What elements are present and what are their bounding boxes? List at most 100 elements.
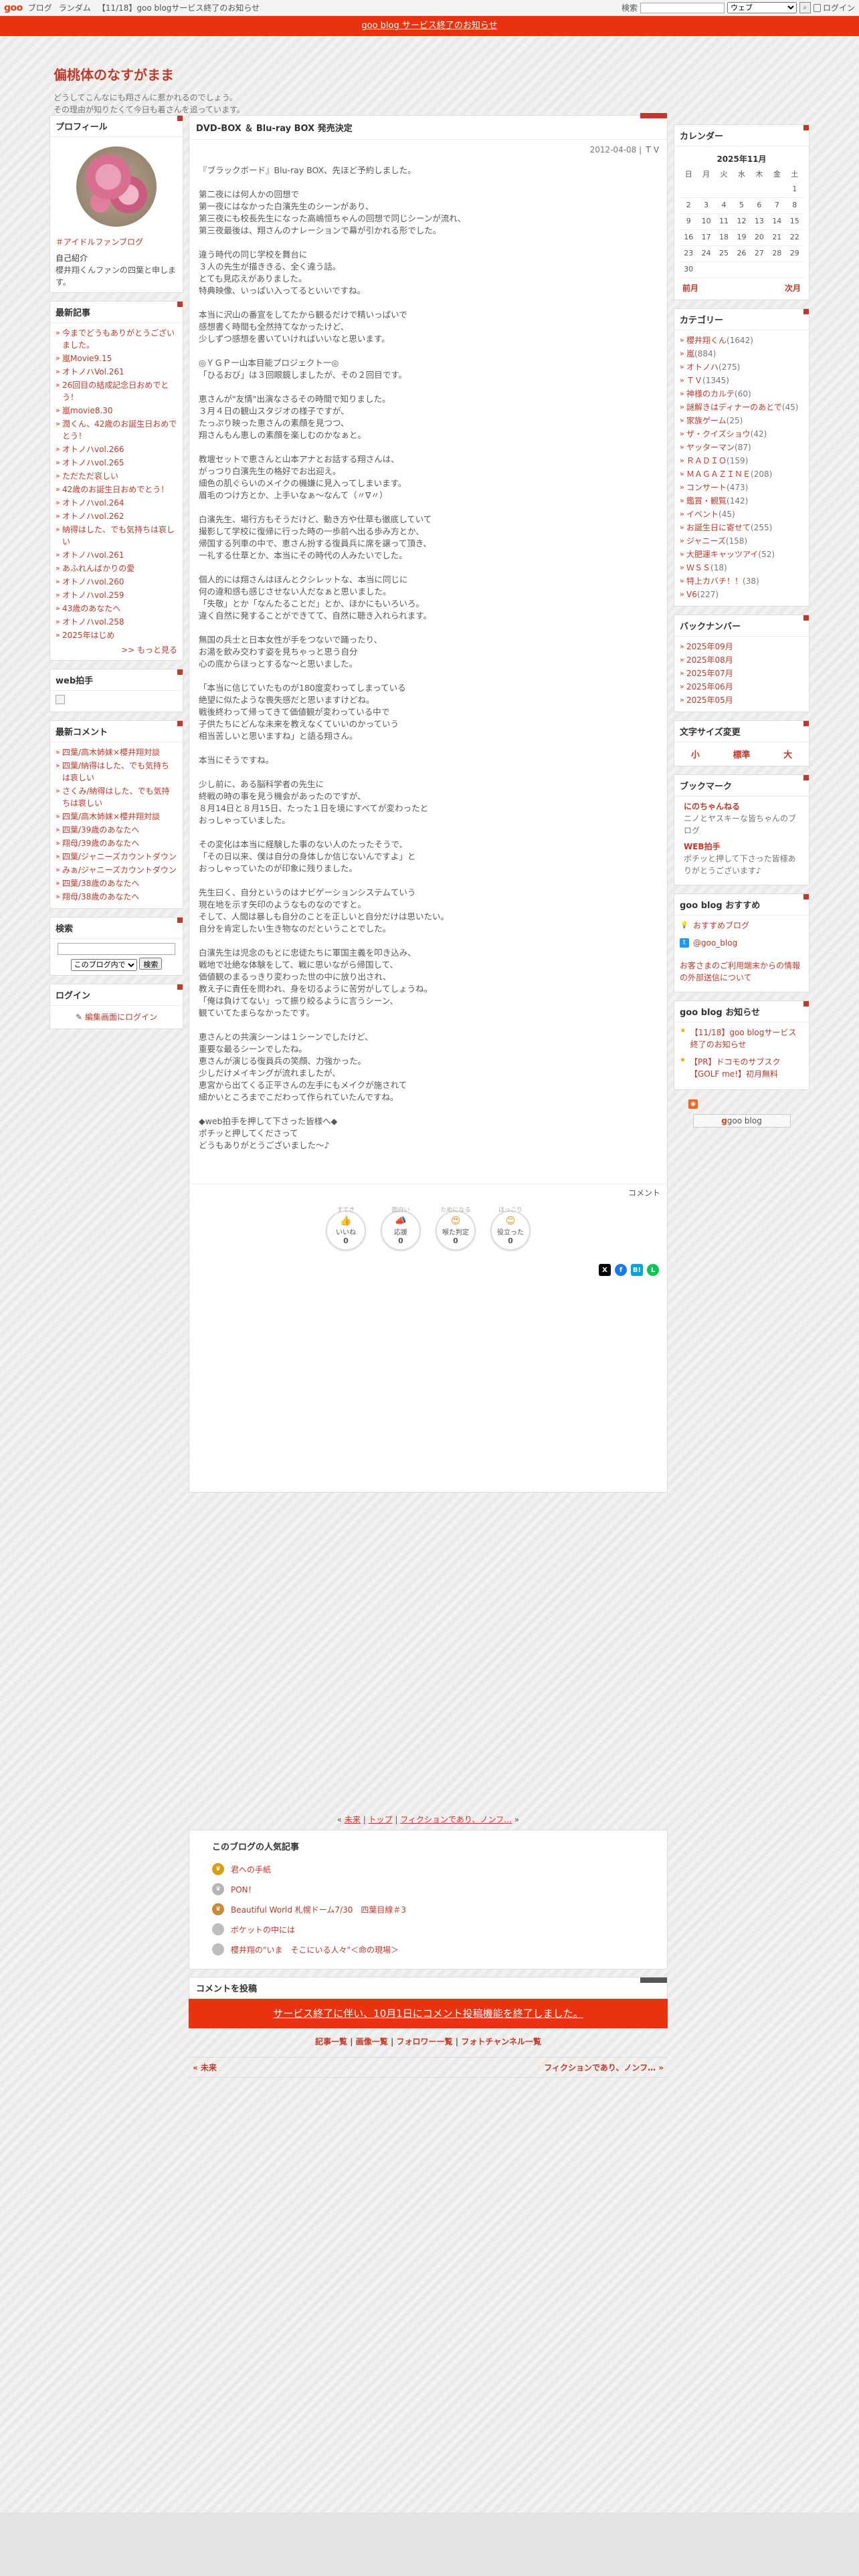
category-link[interactable]: ジャニーズ [686, 536, 726, 546]
hatena-share-icon[interactable]: B! [631, 1264, 643, 1276]
fontsize-medium[interactable]: 標準 [733, 748, 750, 760]
recent-comment-link[interactable]: さくみ/納得はした、でも気持ちは哀しい [62, 786, 170, 808]
category-item[interactable]: イベント(45) [680, 508, 803, 520]
category-item[interactable]: お誕生日に寄せて(255) [680, 522, 803, 534]
blog-search-scope[interactable]: このブログ内で [70, 959, 137, 971]
popular-item[interactable]: ♛ PON！ [212, 1879, 644, 1899]
recent-post-link[interactable]: ただただ哀しい [62, 471, 118, 481]
backnumber-item[interactable]: 2025年05月 [680, 694, 803, 706]
fontsize-large[interactable]: 大 [783, 748, 792, 760]
blog-title[interactable]: 偏桃体のなすがまま [54, 64, 859, 84]
category-item[interactable]: 家族ゲーム(25) [680, 415, 803, 427]
recent-comment-link[interactable]: 四葉/納得はした、でも気持ちは哀しい [62, 761, 169, 782]
category-link[interactable]: ＭＡＧＡＺＩＮＥ [686, 469, 751, 479]
bookmark-item-1[interactable]: にのちゃんねる [684, 800, 803, 813]
recent-post-link[interactable]: 42歳のお誕生日おめでとう！ [62, 485, 169, 494]
recent-post-link[interactable]: オトノハVol.261 [62, 367, 124, 377]
recent-post-item[interactable]: 納得はした、でも気持ちは哀しい [56, 524, 177, 548]
top-link-notice[interactable]: 【11/18】goo blogサービス終了のお知らせ [98, 2, 260, 13]
recent-comment-link[interactable]: 四葉/ジャニーズカウントダウン [62, 852, 177, 861]
recent-post-link[interactable]: オトノハvol.264 [62, 498, 124, 508]
recent-post-link[interactable]: 43歳のあなたへ [62, 604, 120, 613]
reaction-ouen[interactable]: 面白い 📣 応援 0 [381, 1207, 421, 1251]
category-link[interactable]: ヤッターマン [686, 443, 735, 452]
category-link[interactable]: 鑑賞・観覧 [686, 496, 727, 506]
news-item-1[interactable]: ★ 【11/18】goo blogサービス終了のお知らせ [680, 1027, 803, 1051]
recent-comment-item[interactable]: 四葉/高木姉妹×櫻井翔対談 [56, 811, 177, 823]
recent-post-link[interactable]: オトノハvol.259 [62, 591, 124, 600]
backnumber-item[interactable]: 2025年09月 [680, 641, 803, 653]
goo-logo[interactable]: goo [4, 3, 23, 13]
category-link[interactable]: オトノハ [686, 362, 719, 372]
broken-image-icon[interactable] [56, 695, 65, 704]
search-icon[interactable]: ⌕ [799, 2, 811, 13]
recent-post-item[interactable]: オトノハvol.260 [56, 576, 177, 588]
rss-icon[interactable]: ◉ [688, 1099, 698, 1109]
recent-comment-item[interactable]: 翔母/39歳のあなたへ [56, 837, 177, 849]
pager-next[interactable]: フィクションであり、ノンフ… [400, 1815, 512, 1824]
recent-comment-item[interactable]: 四葉/高木姉妹×櫻井翔対談 [56, 746, 177, 758]
category-item[interactable]: V6(227) [680, 588, 803, 601]
category-item[interactable]: 特上カバチ！！(38) [680, 575, 803, 587]
recent-post-item[interactable]: 潤くん、42歳のお誕生日おめでとう！ [56, 418, 177, 442]
category-link[interactable]: 櫻井翔くん [686, 336, 727, 345]
recent-post-item[interactable]: オトノハvol.258 [56, 616, 177, 628]
footer-nav-prev[interactable]: « 未来 [193, 2062, 217, 2073]
recent-post-link[interactable]: 潤くん、42歳のお誕生日おめでとう！ [62, 419, 177, 441]
edit-login-link[interactable]: 編集画面にログイン [85, 1012, 157, 1022]
recent-post-item[interactable]: ただただ哀しい [56, 470, 177, 482]
recent-post-item[interactable]: オトノハVol.261 [56, 366, 177, 378]
top-search-input[interactable] [640, 2, 725, 13]
recent-comment-link[interactable]: 翔母/38歳のあなたへ [62, 892, 139, 901]
top-link-random[interactable]: ランダム [59, 2, 91, 13]
recent-post-link[interactable]: オトノハvol.262 [62, 512, 124, 521]
service-end-link[interactable]: goo blog サービス終了のお知らせ [361, 21, 497, 31]
recommend-item-x[interactable]: t @goo_blog [680, 937, 803, 949]
recent-post-link[interactable]: オトノハvol.258 [62, 617, 124, 627]
blog-search-button[interactable]: 検索 [139, 958, 163, 970]
blog-search-input[interactable] [58, 943, 175, 955]
footer-link-photo[interactable]: フォトチャンネル一覧 [461, 2037, 541, 2046]
recent-comment-link[interactable]: 四葉/高木姉妹×櫻井翔対談 [62, 812, 160, 821]
recent-post-item[interactable]: 今までどうもありがとうございました。 [56, 327, 177, 351]
recent-post-item[interactable]: オトノハvol.266 [56, 443, 177, 455]
backnumber-link[interactable]: 2025年05月 [686, 695, 733, 705]
fontsize-small[interactable]: 小 [691, 748, 700, 760]
category-item[interactable]: ザ・クイズショウ(42) [680, 428, 803, 440]
top-login-link[interactable]: ログイン [823, 2, 855, 13]
external-send-notice[interactable]: お客さまのご利用端末からの情報の外部送信について [680, 960, 803, 984]
pager-top[interactable]: トップ [369, 1815, 393, 1824]
facebook-share-icon[interactable]: f [615, 1264, 627, 1276]
category-link[interactable]: 嵐 [686, 349, 694, 358]
backnumber-link[interactable]: 2025年08月 [686, 655, 733, 665]
category-item[interactable]: ＷＳＳ(18) [680, 562, 803, 574]
calendar-next[interactable]: 次月 [785, 282, 801, 294]
popular-link[interactable]: Beautiful World 札幌ドーム7/30 四葉目線＃3 [231, 1904, 406, 1915]
comment-closed-notice[interactable]: サービス終了に伴い、10月1日にコメント投稿機能を終了しました。 [189, 1999, 668, 2028]
category-link[interactable]: イベント [686, 510, 719, 519]
popular-link[interactable]: 君への手紙 [231, 1864, 271, 1875]
news-link-2[interactable]: 【PR】ドコモのサブスク【GOLF me!】初月無料 [690, 1056, 803, 1080]
recommend-x-link[interactable]: @goo_blog [693, 937, 737, 949]
category-item[interactable]: 神様のカルテ(60) [680, 388, 803, 400]
category-item[interactable]: 櫻井翔くん(1642) [680, 334, 803, 346]
popular-link[interactable]: 櫻井翔の"いま そこにいる人々"＜命の現場＞ [231, 1944, 399, 1955]
profile-tag[interactable]: ＃アイドルファンブログ [56, 236, 177, 248]
recent-post-item[interactable]: 嵐movie8.30 [56, 405, 177, 417]
category-item[interactable]: ヤッターマン(87) [680, 441, 803, 453]
category-link[interactable]: 謎解きはディナーのあとで [686, 403, 782, 412]
recent-post-item[interactable]: 42歳のお誕生日おめでとう！ [56, 484, 177, 496]
category-item[interactable]: コンサート(473) [680, 481, 803, 494]
recent-post-link[interactable]: オトノハvol.261 [62, 550, 124, 560]
recent-post-link[interactable]: 2025年はじめ [62, 631, 115, 640]
recent-post-link[interactable]: 嵐Movie9.15 [62, 354, 112, 363]
recent-comment-link[interactable]: 四葉/39歳のあなたへ [62, 825, 139, 835]
recent-post-link[interactable]: オトノハvol.265 [62, 458, 124, 467]
news-link-1[interactable]: 【11/18】goo blogサービス終了のお知らせ [690, 1027, 803, 1051]
recent-comment-link[interactable]: 四葉/38歳のあなたへ [62, 879, 139, 888]
recent-comment-item[interactable]: 四葉/39歳のあなたへ [56, 824, 177, 836]
footer-link-images[interactable]: 画像一覧 [356, 2037, 388, 2046]
pager-prev[interactable]: 未来 [345, 1815, 361, 1824]
backnumber-link[interactable]: 2025年07月 [686, 669, 733, 678]
category-link[interactable]: 特上カバチ！！ [686, 576, 743, 586]
